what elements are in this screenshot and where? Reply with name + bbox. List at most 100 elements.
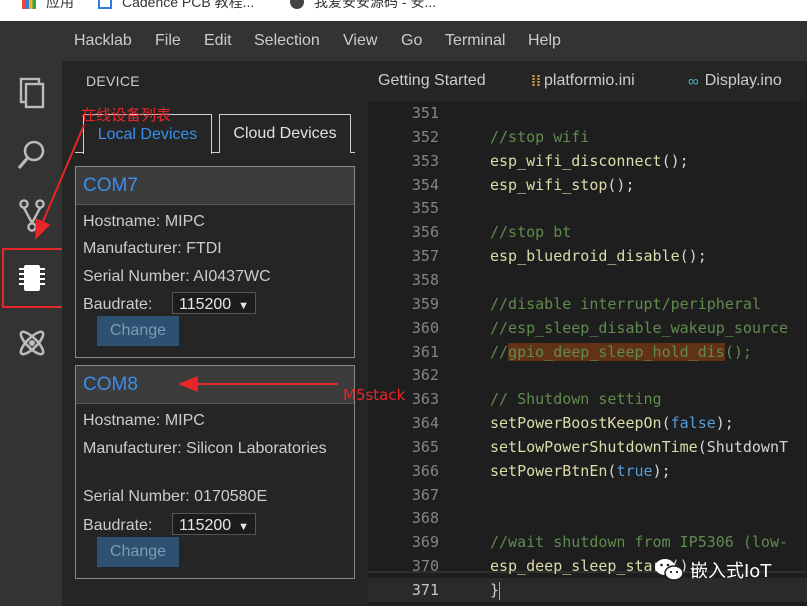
- line-code: //stop bt: [490, 220, 571, 244]
- device-manufacturer: Manufacturer: Silicon Laboratories: [83, 440, 327, 457]
- device-port[interactable]: COM7: [76, 167, 354, 205]
- line-number: 359: [411, 294, 439, 313]
- code-line[interactable]: 361 //gpio_deep_sleep_hold_dis();: [368, 340, 807, 364]
- code-line[interactable]: 369 //wait shutdown from IP5306 (low-: [368, 530, 807, 554]
- browser-bookmarks-bar: 应用 Cadence PCB 教程... 我爱安安源码 - 安...: [0, 0, 807, 21]
- code-token: esp_bluedroid_disable: [490, 247, 680, 266]
- line-code: //esp_sleep_disable_wakeup_source: [490, 316, 788, 340]
- code-token: // Shutdown setting: [490, 390, 662, 409]
- line-code: }: [490, 578, 501, 602]
- code-line[interactable]: 353 esp_wifi_disconnect();: [368, 149, 807, 173]
- code-token: //disable interrupt/peripheral: [490, 294, 761, 313]
- bookmark-cadence[interactable]: Cadence PCB 教程...: [98, 0, 254, 12]
- search-icon[interactable]: [14, 137, 50, 173]
- menu-bar: Hacklab File Edit Selection View Go Term…: [0, 21, 807, 61]
- device-card-com7: COM7 Hostname: MIPC Manufacturer: FTDI S…: [75, 166, 355, 358]
- line-number: 355: [411, 199, 439, 218]
- line-number: 356: [411, 223, 439, 242]
- code-line[interactable]: 360 //esp_sleep_disable_wakeup_source: [368, 316, 807, 340]
- code-token: ();: [724, 342, 752, 361]
- code-token: ();: [607, 175, 635, 194]
- tab-platformio-ini[interactable]: ⁞⁞ platformio.ini: [531, 61, 635, 101]
- tab-label: Display.ino: [704, 72, 782, 89]
- device-baudrate-row: Baudrate: 115200 ▼: [83, 513, 256, 536]
- annotation-m5stack-label: M5stack: [343, 386, 406, 404]
- code-line[interactable]: 355: [368, 196, 807, 220]
- line-code: //disable interrupt/peripheral: [490, 292, 761, 316]
- watermark-text: 嵌入式IoT: [690, 561, 772, 582]
- code-line[interactable]: 354 esp_wifi_stop();: [368, 173, 807, 197]
- code-line[interactable]: 366 setPowerBtnEn(true);: [368, 459, 807, 483]
- code-token: //esp_sleep_disable_wakeup_source: [490, 318, 789, 337]
- line-number: 370: [411, 557, 439, 576]
- device-hostname: Hostname: MIPC: [83, 412, 205, 429]
- menu-go[interactable]: Go: [401, 32, 422, 50]
- code-editor[interactable]: 351 352//stop wifi 353 esp_wifi_disconnect(…: [368, 101, 807, 606]
- tab-label: platformio.ini: [544, 72, 635, 89]
- code-token: //stop bt: [490, 223, 572, 242]
- code-line[interactable]: 357 esp_bluedroid_disable();: [368, 244, 807, 268]
- code-line[interactable]: 356 //stop bt: [368, 220, 807, 244]
- bookmark-apps[interactable]: 应用: [22, 0, 74, 12]
- code-line[interactable]: 363// Shutdown setting: [368, 387, 807, 411]
- tab-getting-started[interactable]: Getting Started: [378, 61, 486, 101]
- chevron-down-icon: ▼: [238, 300, 249, 312]
- bookmark-label: 应用: [46, 0, 74, 10]
- code-line[interactable]: 351: [368, 101, 807, 125]
- code-token: true: [616, 461, 653, 480]
- device-manufacturer: Manufacturer: FTDI: [83, 240, 222, 257]
- code-line[interactable]: 368: [368, 506, 807, 530]
- menu-terminal[interactable]: Terminal: [445, 32, 505, 50]
- line-code: esp_bluedroid_disable();: [490, 244, 707, 268]
- sidebar-title: DEVICE: [86, 73, 140, 89]
- tab-cloud-devices[interactable]: Cloud Devices: [219, 114, 351, 153]
- code-line[interactable]: 364 setPowerBoostKeepOn(false);: [368, 411, 807, 435]
- menu-file[interactable]: File: [155, 32, 181, 50]
- atom-icon[interactable]: [14, 325, 50, 361]
- bookmark-label: Cadence PCB 教程...: [122, 0, 255, 10]
- code-token: esp_wifi_disconnect: [490, 151, 662, 170]
- line-code: esp_wifi_stop();: [490, 173, 635, 197]
- menu-view[interactable]: View: [343, 32, 377, 50]
- code-line[interactable]: 365 setLowPowerShutdownTime(ShutdownT: [368, 435, 807, 459]
- change-button[interactable]: Change: [97, 537, 179, 567]
- line-number: 358: [411, 270, 439, 289]
- menu-hacklab[interactable]: Hacklab: [74, 32, 132, 50]
- code-token: //wait shutdown from IP5306 (low-: [490, 533, 789, 552]
- device-sidebar: DEVICE Local Devices Cloud Devices COM7 …: [62, 61, 368, 606]
- baudrate-select[interactable]: 115200 ▼: [172, 292, 256, 314]
- explorer-icon[interactable]: [14, 75, 50, 111]
- menu-help[interactable]: Help: [528, 32, 561, 50]
- menu-edit[interactable]: Edit: [204, 32, 232, 50]
- line-number: 364: [411, 414, 439, 433]
- code-line[interactable]: 358: [368, 268, 807, 292]
- line-number: 362: [411, 366, 439, 385]
- code-line[interactable]: 367: [368, 483, 807, 507]
- bookmark-source[interactable]: 我爱安安源码 - 安...: [290, 0, 436, 12]
- code-token: );: [652, 461, 671, 480]
- wechat-icon: [655, 559, 684, 581]
- source-control-icon[interactable]: [14, 197, 50, 233]
- baudrate-select[interactable]: 115200 ▼: [172, 513, 256, 535]
- tab-label: Getting Started: [378, 72, 486, 89]
- code-line[interactable]: 352 //stop wifi: [368, 125, 807, 149]
- device-port[interactable]: COM8: [76, 366, 354, 404]
- code-token: ();: [661, 151, 689, 170]
- change-button[interactable]: Change: [97, 316, 179, 346]
- code-line[interactable]: 359 //disable interrupt/peripheral: [368, 292, 807, 316]
- menu-selection[interactable]: Selection: [254, 32, 320, 50]
- line-code: //stop wifi: [490, 125, 589, 149]
- code-token: (: [661, 414, 671, 433]
- tab-display-ino[interactable]: ∞ Display.ino: [688, 61, 782, 101]
- globe-icon: [290, 0, 304, 9]
- line-number: 366: [411, 461, 439, 480]
- line-number: 360: [411, 318, 439, 337]
- code-token: setPowerBtnEn: [490, 461, 608, 480]
- device-hostname: Hostname: MIPC: [83, 213, 205, 230]
- line-number: 357: [411, 247, 439, 266]
- code-line[interactable]: 362: [368, 363, 807, 387]
- bookmark-label: 我爱安安源码 - 安...: [314, 0, 437, 10]
- device-chip-icon[interactable]: [14, 260, 50, 296]
- code-token: }: [490, 581, 500, 599]
- line-number: 367: [411, 485, 439, 504]
